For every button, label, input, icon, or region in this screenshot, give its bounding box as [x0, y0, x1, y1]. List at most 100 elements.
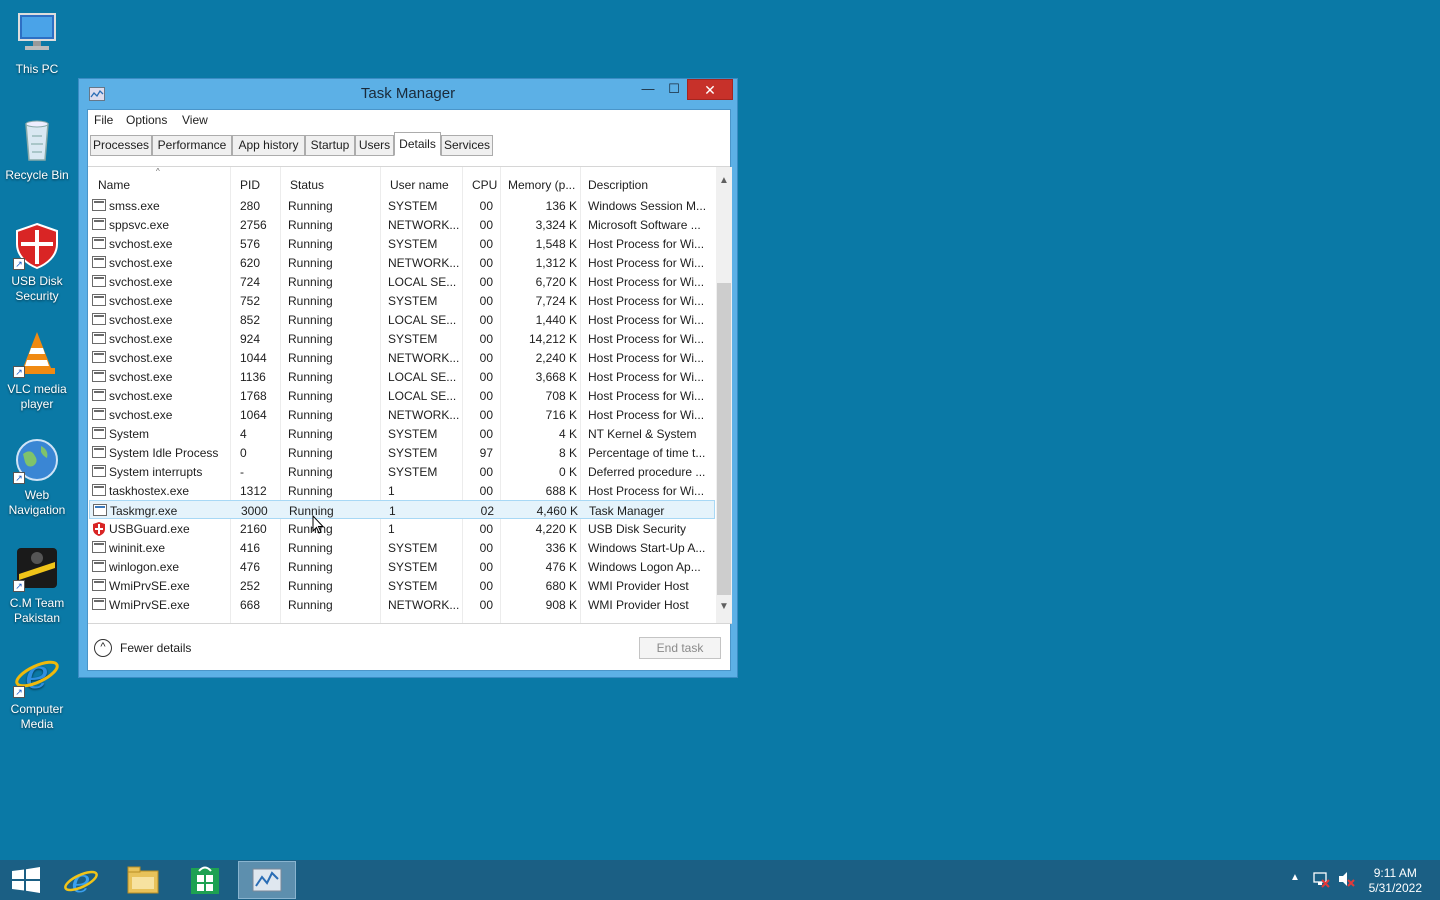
table-row[interactable]: System Idle Process 0 Running SYSTEM 97 8 K Pe…	[89, 443, 715, 462]
scroll-up-icon[interactable]: ▲	[716, 175, 732, 191]
table-row[interactable]: Taskmgr.exe 3000 Running 1 02 4,460 K Task Man…	[89, 500, 715, 519]
menu-view[interactable]: View	[182, 113, 208, 127]
process-icon	[92, 199, 106, 211]
tab-app-history[interactable]: App history	[232, 135, 305, 156]
tab-users[interactable]: Users	[355, 135, 394, 156]
cell-description: NT Kernel & System	[588, 427, 697, 441]
menu-options[interactable]: Options	[126, 113, 167, 127]
menu-file[interactable]: File	[94, 113, 113, 127]
cell-description: Host Process for Wi...	[588, 332, 705, 346]
column-header-cpu[interactable]: CPU	[462, 167, 502, 195]
cell-memory: 4 K	[558, 427, 577, 441]
table-row[interactable]: svchost.exe 576 Running SYSTEM 00 1,548 K Host…	[89, 234, 715, 253]
table-row[interactable]: wininit.exe 416 Running SYSTEM 00 336 K Window…	[89, 538, 715, 557]
desktop-icon-label: This PC	[15, 62, 59, 76]
scroll-thumb[interactable]	[717, 283, 731, 595]
start-button[interactable]	[0, 861, 58, 899]
cell-cpu: 00	[479, 332, 493, 346]
column-header-pid[interactable]: PID	[230, 167, 280, 195]
table-row[interactable]: svchost.exe 620 Running NETWORK... 00 1,312 K…	[89, 253, 715, 272]
desktop-icon-usb-disk-security[interactable]: ↗ USB Disk Security	[4, 222, 70, 304]
cell-user: NETWORK...	[388, 598, 460, 612]
cell-description: Windows Logon Ap...	[588, 560, 701, 574]
computer-icon	[13, 10, 61, 58]
cell-cpu: 00	[479, 579, 493, 593]
cell-memory: 3,324 K	[535, 218, 577, 232]
column-header-name[interactable]: Name ^	[88, 167, 230, 195]
table-row[interactable]: USBGuard.exe 2160 Running 1 00 4,220 K USB Dis…	[89, 519, 715, 538]
desktop-icon-this-pc[interactable]: This PC	[4, 10, 70, 77]
cell-name: svchost.exe	[109, 351, 173, 365]
title-bar[interactable]: Task Manager — ☐ ✕	[79, 79, 737, 109]
table-row[interactable]: smss.exe 280 Running SYSTEM 00 136 K Windows S…	[89, 196, 715, 215]
column-header-description[interactable]: Description	[578, 167, 716, 195]
table-row[interactable]: svchost.exe 924 Running SYSTEM 00 14,212 K Hos…	[89, 329, 715, 348]
table-row[interactable]: svchost.exe 852 Running LOCAL SE... 00 1,440 …	[89, 310, 715, 329]
taskbar-internet-explorer[interactable]: e	[52, 861, 110, 900]
network-icon[interactable]	[1312, 870, 1330, 900]
table-row[interactable]: winlogon.exe 476 Running SYSTEM 00 476 K Windo…	[89, 557, 715, 576]
tab-services[interactable]: Services	[441, 135, 493, 156]
cell-user: 1	[388, 484, 395, 498]
table-row[interactable]: taskhostex.exe 1312 Running 1 00 688 K Host Pr…	[89, 481, 715, 500]
table-row[interactable]: svchost.exe 1064 Running NETWORK... 00 716 K H…	[89, 405, 715, 424]
clock[interactable]: 9:11 AM 5/31/2022	[1369, 866, 1422, 896]
scroll-down-icon[interactable]: ▼	[716, 601, 732, 617]
cell-pid: 416	[240, 541, 261, 555]
minimize-button[interactable]: —	[635, 81, 661, 102]
volume-muted-icon[interactable]	[1337, 870, 1355, 900]
table-row[interactable]: WmiPrvSE.exe 252 Running SYSTEM 00 680 K WMI P…	[89, 576, 715, 595]
cell-cpu: 00	[479, 370, 493, 384]
taskbar-file-explorer[interactable]	[114, 861, 172, 899]
table-row[interactable]: WmiPrvSE.exe 668 Running NETWORK... 00 908 K W…	[89, 595, 715, 614]
table-row[interactable]: System 4 Running SYSTEM 00 4 K NT Kernel & Sys…	[89, 424, 715, 443]
cell-user: SYSTEM	[388, 560, 438, 574]
column-header-user-name[interactable]: User name	[380, 167, 462, 195]
cell-user: NETWORK...	[388, 218, 460, 232]
tab-startup[interactable]: Startup	[305, 135, 355, 156]
fewer-details-button[interactable]: ^ Fewer details	[94, 639, 191, 657]
tab-details[interactable]: Details	[394, 132, 441, 156]
desktop-icon-label: USB Disk Security	[11, 274, 63, 303]
cell-memory: 8 K	[558, 446, 577, 460]
desktop-icon-computer-media[interactable]: e ↗ Computer Media	[4, 650, 70, 732]
desktop-icon-cm-team[interactable]: ↗ C.M Team Pakistan	[4, 544, 70, 626]
end-task-button[interactable]: End task	[639, 637, 721, 659]
cell-user: SYSTEM	[388, 427, 438, 441]
tab-performance[interactable]: Performance	[152, 135, 232, 156]
cell-pid: 252	[240, 579, 261, 593]
cell-description: Host Process for Wi...	[588, 256, 705, 270]
table-row[interactable]: svchost.exe 1136 Running LOCAL SE... 00 3,668…	[89, 367, 715, 386]
column-header-status[interactable]: Status	[280, 167, 380, 195]
cell-user: LOCAL SE...	[388, 370, 457, 384]
desktop-icon-web-navigation[interactable]: ↗ Web Navigation	[4, 436, 70, 518]
desktop-icon-recycle-bin[interactable]: Recycle Bin	[4, 116, 70, 183]
column-header-memory[interactable]: Memory (p...	[498, 167, 580, 195]
cell-cpu: 02	[480, 504, 494, 518]
taskbar-store[interactable]	[176, 861, 234, 899]
close-button[interactable]: ✕	[687, 79, 733, 100]
vertical-scrollbar[interactable]: ▲ ▼	[716, 167, 732, 623]
tab-processes[interactable]: Processes	[90, 135, 152, 156]
desktop-icon-vlc[interactable]: ↗ VLC media player	[4, 330, 70, 412]
cell-status: Running	[288, 484, 333, 498]
table-row[interactable]: System interrupts - Running SYSTEM 00 0 K Defe…	[89, 462, 715, 481]
taskbar-task-manager[interactable]	[238, 861, 296, 899]
table-row[interactable]: sppsvc.exe 2756 Running NETWORK... 00 3,324 K…	[89, 215, 715, 234]
cell-cpu: 00	[479, 541, 493, 555]
cell-cpu: 00	[479, 218, 493, 232]
maximize-button[interactable]: ☐	[661, 81, 687, 102]
cell-description: Microsoft Software ...	[588, 218, 701, 232]
table-row[interactable]: svchost.exe 1044 Running NETWORK... 00 2,240 …	[89, 348, 715, 367]
cell-memory: 476 K	[545, 560, 577, 574]
cell-name: System	[109, 427, 150, 441]
store-icon	[191, 866, 219, 894]
table-row[interactable]: svchost.exe 1768 Running LOCAL SE... 00 708 K…	[89, 386, 715, 405]
cell-status: Running	[288, 522, 333, 536]
cell-status: Running	[288, 275, 333, 289]
tray-chevron-icon[interactable]: ▲	[1290, 872, 1300, 900]
cell-cpu: 00	[479, 256, 493, 270]
process-icon	[92, 446, 106, 458]
table-row[interactable]: svchost.exe 724 Running LOCAL SE... 00 6,720 …	[89, 272, 715, 291]
table-row[interactable]: svchost.exe 752 Running SYSTEM 00 7,724 K Host…	[89, 291, 715, 310]
